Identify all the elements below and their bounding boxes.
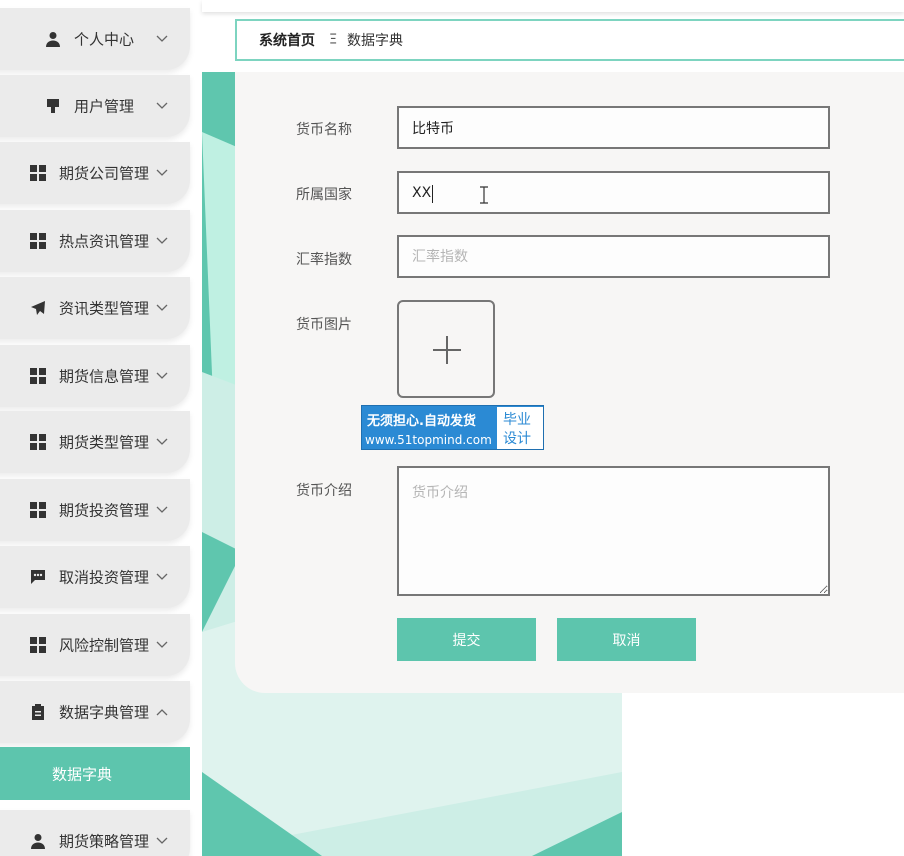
currency-name-label: 货币名称 (296, 122, 352, 138)
sidebar-item-user-management[interactable]: 用户管理 (0, 75, 190, 137)
sidebar-item-label: 期货投资管理 (59, 501, 150, 520)
currency-intro-label: 货币介绍 (296, 483, 352, 499)
sidebar-item-label: 个人中心 (74, 30, 135, 49)
sidebar-item-cancel-investment[interactable]: 取消投资管理 (0, 546, 190, 608)
chevron-down-icon (156, 35, 168, 42)
text-caret (432, 185, 433, 203)
exchange-rate-label: 汇率指数 (296, 252, 352, 268)
breadcrumb-current: 数据字典 (347, 33, 403, 49)
sidebar-item-label: 热点资讯管理 (59, 232, 150, 251)
clipboard-icon (32, 704, 44, 720)
chevron-down-icon (156, 837, 168, 844)
watermark-badge: 无须担心.自动发货 www.51topmind.com 毕业 设计 (361, 405, 544, 450)
watermark-side-box: 毕业 设计 (497, 407, 543, 449)
chevron-down-icon (156, 438, 168, 445)
chevron-down-icon (156, 102, 168, 109)
sidebar-item-data-dictionary[interactable]: 数据字典管理 (0, 681, 190, 743)
sidebar-item-label: 取消投资管理 (59, 568, 150, 587)
country-input[interactable] (397, 171, 830, 214)
sidebar-item-news-type[interactable]: 资讯类型管理 (0, 277, 190, 339)
sidebar-item-futures-strategy[interactable]: 期货策略管理 (0, 810, 190, 856)
sidebar-subitem-label: 数据字典 (52, 765, 113, 783)
sidebar-item-hot-news[interactable]: 热点资讯管理 (0, 210, 190, 272)
exchange-rate-input[interactable] (397, 235, 830, 278)
sidebar-item-futures-company[interactable]: 期货公司管理 (0, 142, 190, 204)
sidebar-subitem-data-dictionary[interactable]: 数据字典 (0, 747, 190, 800)
top-bar (202, 0, 904, 12)
message-icon (31, 570, 45, 584)
chevron-down-icon (156, 304, 168, 311)
breadcrumb-home-link[interactable]: 系统首页 (259, 30, 315, 50)
sidebar-item-futures-type[interactable]: 期货类型管理 (0, 411, 190, 473)
currency-name-input[interactable] (397, 106, 830, 149)
grid-icon (30, 434, 46, 450)
form-panel: 货币名称 所属国家 汇率指数 货币图片 货币介绍 提交 取消 (235, 72, 904, 693)
user-icon (46, 32, 60, 47)
cancel-button[interactable]: 取消 (557, 618, 696, 661)
chevron-down-icon (156, 641, 168, 648)
breadcrumb-separator-icon: Ξ (329, 32, 338, 48)
sidebar-item-futures-info[interactable]: 期货信息管理 (0, 345, 190, 407)
text-cursor-icon (480, 186, 488, 204)
grid-icon (30, 502, 46, 518)
sidebar-item-label: 期货类型管理 (59, 433, 150, 452)
sidebar-item-label: 期货策略管理 (59, 832, 150, 851)
country-label: 所属国家 (296, 187, 352, 203)
grid-icon (30, 368, 46, 384)
chevron-up-icon (156, 709, 168, 716)
chevron-down-icon (156, 372, 168, 379)
sidebar-item-personal-center[interactable]: 个人中心 (0, 8, 190, 70)
chevron-down-icon (156, 573, 168, 580)
breadcrumb: 系统首页 Ξ 数据字典 (235, 19, 904, 61)
chevron-down-icon (156, 506, 168, 513)
sidebar-item-risk-control[interactable]: 风险控制管理 (0, 614, 190, 676)
plus-icon (433, 336, 461, 364)
watermark-line1: 无须担心.自动发货 (367, 414, 476, 429)
sidebar-item-label: 风险控制管理 (59, 636, 150, 655)
grid-icon (30, 233, 46, 249)
submit-button[interactable]: 提交 (397, 618, 536, 661)
image-upload-button[interactable] (397, 300, 495, 398)
currency-image-label: 货币图片 (296, 317, 352, 333)
send-icon (31, 301, 45, 315)
sidebar-item-label: 资讯类型管理 (59, 299, 150, 318)
grid-icon (30, 637, 46, 653)
sidebar-item-label: 数据字典管理 (59, 703, 150, 722)
chevron-down-icon (156, 237, 168, 244)
currency-intro-textarea[interactable] (397, 466, 830, 596)
watermark-badge-line1: 毕业 (503, 412, 531, 428)
chevron-down-icon (156, 169, 168, 176)
sidebar: 个人中心 用户管理 期货公司管理 热点资讯管理 资讯类型管理 期货信息管理 期货… (0, 0, 202, 856)
grid-icon (30, 165, 46, 181)
watermark-url: www.51topmind.com (365, 433, 492, 447)
user-icon (31, 834, 45, 849)
sidebar-item-label: 用户管理 (74, 97, 135, 116)
sidebar-item-label: 期货公司管理 (59, 164, 150, 183)
sidebar-item-label: 期货信息管理 (59, 367, 150, 386)
sidebar-item-futures-investment[interactable]: 期货投资管理 (0, 479, 190, 541)
watermark-badge-line2: 设计 (503, 431, 531, 447)
pin-icon (47, 99, 59, 113)
